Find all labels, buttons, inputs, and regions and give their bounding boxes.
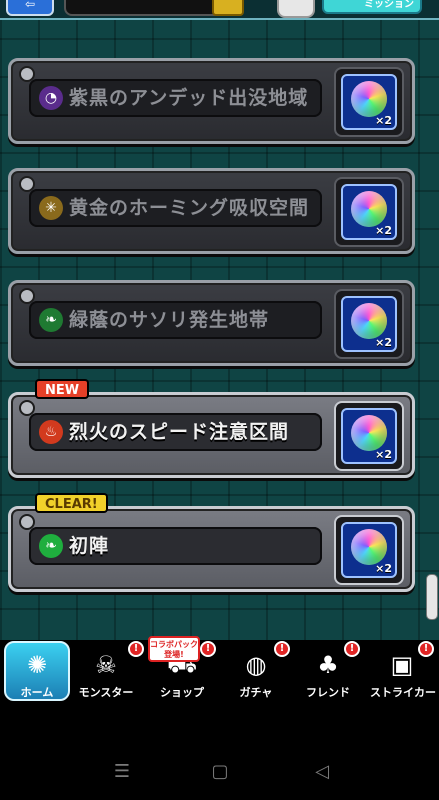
info-button[interactable] xyxy=(212,0,244,16)
quest-card[interactable]: ◔ 紫黒のアンデッド出没地域 ×2 xyxy=(8,58,415,144)
quest-card[interactable]: ❧ 緑蔭のサソリ発生地帯 ×2 xyxy=(8,280,415,366)
tab-label: モンスター xyxy=(78,686,134,699)
friends-icon: ♣ xyxy=(317,651,339,679)
back-arrow-icon[interactable]: ◁ xyxy=(310,760,334,784)
quest-card[interactable]: CLEAR! ❧ 初陣 ×2 xyxy=(8,493,415,592)
orb-icon xyxy=(351,529,387,565)
tab-monster[interactable]: ☠ モンスター ! xyxy=(74,640,144,706)
egg-icon: ◍ xyxy=(245,651,267,679)
reward-slot: ×2 xyxy=(334,401,404,471)
reward-frame: ×2 xyxy=(341,522,397,578)
leaf-icon: ❧ xyxy=(39,534,63,558)
orb-icon xyxy=(351,415,387,451)
reward-count: ×2 xyxy=(375,114,392,127)
tab-home[interactable]: ✺ ホーム xyxy=(0,640,70,706)
orb-icon xyxy=(351,81,387,117)
tab-label: ショップ xyxy=(160,686,204,699)
reward-count: ×2 xyxy=(375,336,392,349)
leaf-icon: ❧ xyxy=(39,308,63,332)
quest-name-box: ♨ 烈火のスピード注意区間 xyxy=(29,413,322,451)
tab-label: フレンド xyxy=(306,686,350,699)
clear-badge: CLEAR! xyxy=(35,493,108,513)
alert-badge: ! xyxy=(344,641,360,657)
scrollbar-thumb[interactable] xyxy=(426,574,438,620)
reward-frame: ×2 xyxy=(341,74,397,130)
profile-card-icon: ▣ xyxy=(390,651,414,679)
reward-slot: ×2 xyxy=(334,67,404,137)
tab-label: ガチャ xyxy=(239,686,273,699)
tab-gacha[interactable]: ◍ ガチャ ! xyxy=(224,640,290,706)
alert-badge: ! xyxy=(418,641,434,657)
flame-icon: ♨ xyxy=(39,420,63,444)
promo-line: 登場! xyxy=(164,650,184,659)
quest-card[interactable]: NEW ♨ 烈火のスピード注意区間 ×2 xyxy=(8,379,415,478)
alert-badge: ! xyxy=(274,641,290,657)
home-icon: ✺ xyxy=(26,651,48,679)
collab-pack-banner[interactable]: コラボパック 登場! xyxy=(148,636,200,662)
monster-icon: ☠ xyxy=(95,651,117,679)
bottom-tab-bar: ✺ ホーム ☠ モンスター ! ⛟ ショップ ! ◍ ガチャ ! ♣ フレンド … xyxy=(0,640,439,706)
quest-name: 緑蔭のサソリ発生地帯 xyxy=(69,309,270,331)
quest-card[interactable]: ✳ 黄金のホーミング吸収空間 ×2 xyxy=(8,168,415,254)
orb-icon xyxy=(351,303,387,339)
new-badge: NEW xyxy=(35,379,90,399)
reward-count: ×2 xyxy=(375,448,392,461)
reward-frame: ×2 xyxy=(341,408,397,464)
alert-badge: ! xyxy=(200,641,216,657)
quest-name-box: ❧ 初陣 xyxy=(29,527,322,565)
tool-icon[interactable] xyxy=(277,0,315,18)
back-button[interactable]: ⇦ xyxy=(6,0,54,16)
reward-slot: ×2 xyxy=(334,289,404,359)
recent-apps-icon[interactable]: ☰ xyxy=(110,760,134,784)
mission-button[interactable]: ミッション xyxy=(322,0,422,14)
gear-icon: ✳ xyxy=(39,196,63,220)
quest-name: 紫黒のアンデッド出没地域 xyxy=(69,87,309,109)
quest-name: 黄金のホーミング吸収空間 xyxy=(69,197,310,219)
reward-frame: ×2 xyxy=(341,184,397,240)
reward-slot: ×2 xyxy=(334,515,404,585)
quest-name-box: ❧ 緑蔭のサソリ発生地帯 xyxy=(29,301,322,339)
orb-icon xyxy=(351,191,387,227)
tab-label: ストライカー xyxy=(370,686,436,699)
quest-name: 烈火のスピード注意区間 xyxy=(69,421,290,443)
quest-name-box: ✳ 黄金のホーミング吸収空間 xyxy=(29,189,322,227)
system-navigation-bar: ☰ ▢ ◁ xyxy=(0,706,439,800)
reward-count: ×2 xyxy=(375,562,392,575)
tab-label: ホーム xyxy=(20,686,54,699)
reward-slot: ×2 xyxy=(334,177,404,247)
tab-striker[interactable]: ▣ ストライカー ! xyxy=(370,640,436,706)
tab-friend[interactable]: ♣ フレンド ! xyxy=(296,640,360,706)
reward-frame: ×2 xyxy=(341,296,397,352)
quest-name-box: ◔ 紫黒のアンデッド出没地域 xyxy=(29,79,322,117)
quest-name: 初陣 xyxy=(69,535,110,557)
promo-line: コラボパック xyxy=(150,640,198,649)
alert-badge: ! xyxy=(128,641,144,657)
home-button-icon[interactable]: ▢ xyxy=(208,760,232,784)
top-header-bar: ⇦ ミッション xyxy=(0,0,439,20)
swirl-icon: ◔ xyxy=(39,86,63,110)
reward-count: ×2 xyxy=(375,224,392,237)
